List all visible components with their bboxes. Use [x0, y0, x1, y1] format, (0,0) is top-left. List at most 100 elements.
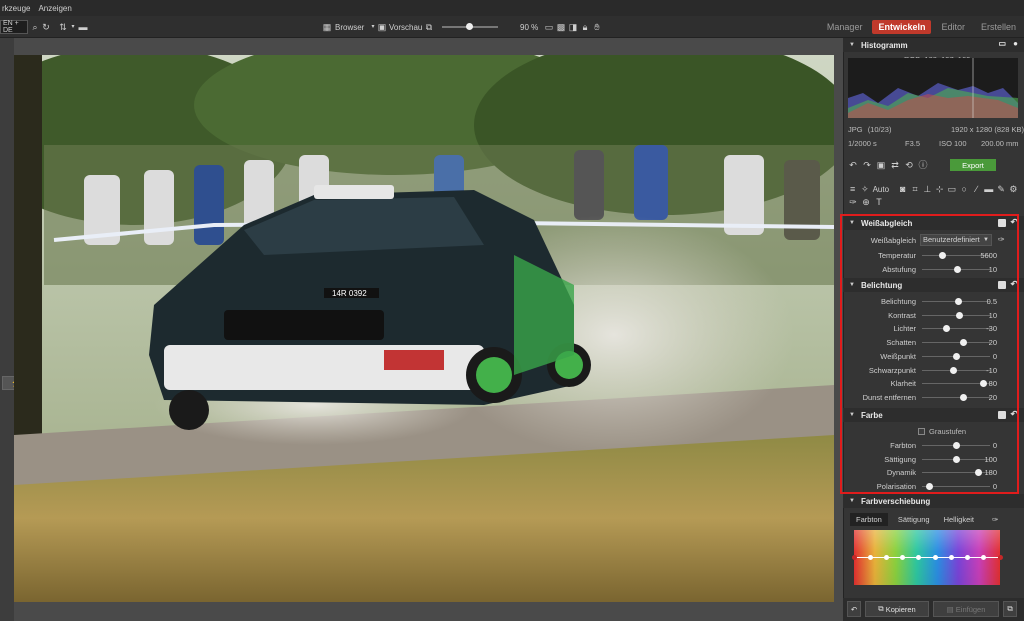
color-shift-point[interactable]: [867, 555, 873, 560]
tab-editor[interactable]: Editor: [935, 20, 971, 34]
white-balance-header[interactable]: ▼ Weißabgleich ↶: [843, 216, 1024, 230]
tab-develop[interactable]: Entwickeln: [872, 20, 932, 34]
white-balance-value[interactable]: 5600: [980, 251, 997, 260]
grayscale-option[interactable]: Graustufen: [918, 427, 966, 436]
tab-create[interactable]: Erstellen: [975, 20, 1022, 34]
exposure-slider-knob[interactable]: [959, 393, 967, 401]
browser-toggle[interactable]: ▦ Browser: [322, 20, 365, 34]
exposure-slider-knob[interactable]: [949, 366, 957, 374]
menu-icon[interactable]: ≡: [848, 184, 857, 194]
eyedropper-icon[interactable]: ✑: [992, 515, 998, 524]
exposure-value[interactable]: -30: [986, 324, 997, 333]
color-header[interactable]: ▼ Farbe ↶: [843, 408, 1024, 422]
sort-icon[interactable]: ⇅: [58, 20, 68, 34]
eyedropper-icon[interactable]: ✑: [998, 235, 1005, 244]
external-icon[interactable]: ⧉: [424, 20, 434, 34]
color-shift-point[interactable]: [851, 555, 857, 560]
color-shift-point[interactable]: [932, 555, 938, 560]
color-slider-knob[interactable]: [953, 442, 960, 449]
info-icon[interactable]: ⓘ: [918, 160, 928, 170]
eyedropper-icon[interactable]: ✑: [848, 197, 858, 207]
undo-icon[interactable]: ↶: [848, 160, 858, 170]
color-reset-icon[interactable]: ↶: [1010, 409, 1018, 420]
circle-select-icon[interactable]: ○: [960, 184, 969, 194]
exposure-enable-checkbox[interactable]: [998, 281, 1006, 289]
color-shift-point[interactable]: [883, 555, 889, 560]
exposure-value[interactable]: 20: [989, 338, 997, 347]
color-shift-point[interactable]: [948, 555, 954, 560]
exposure-slider[interactable]: [922, 396, 990, 398]
exposure-value[interactable]: -10: [986, 366, 997, 375]
exposure-header[interactable]: ▼ Belichtung ↶: [843, 278, 1024, 292]
exposure-slider-knob[interactable]: [980, 380, 988, 388]
paste-button[interactable]: ▤ Einfügen: [933, 601, 999, 617]
exposure-slider-knob[interactable]: [959, 339, 967, 347]
sort-dropdown-icon[interactable]: ▾: [68, 20, 78, 34]
color-enable-checkbox[interactable]: [998, 411, 1006, 419]
color-value[interactable]: 180: [984, 468, 997, 477]
white-balance-preset-select[interactable]: Benutzerdefiniert ▼: [920, 234, 992, 246]
exposure-slider-knob[interactable]: [942, 325, 950, 333]
folder-icon[interactable]: ▬: [78, 20, 88, 34]
gear-icon[interactable]: ⚙: [1009, 184, 1018, 194]
histogram-header[interactable]: ▼ Histogramm ▭ ●: [843, 38, 1024, 52]
zoom-slider-knob[interactable]: [466, 23, 473, 30]
tab-saturation[interactable]: Sättigung: [894, 513, 934, 526]
search-icon[interactable]: ⌕: [30, 20, 40, 34]
tab-hue[interactable]: Farbton: [850, 513, 888, 526]
export-button[interactable]: Export: [950, 159, 996, 171]
white-balance-value[interactable]: 10: [989, 265, 997, 274]
color-slider-knob[interactable]: [953, 455, 960, 463]
exposure-reset-icon[interactable]: ↶: [1010, 279, 1018, 290]
tab-brightness[interactable]: Helligkeit: [940, 513, 978, 526]
color-shift-header[interactable]: ▼ Farbverschiebung: [843, 494, 1024, 508]
magic-icon[interactable]: ✧: [860, 184, 869, 194]
exposure-value[interactable]: 80: [989, 379, 997, 388]
line-icon[interactable]: ∕: [972, 184, 981, 194]
language-field[interactable]: EN + DE: [0, 20, 28, 34]
color-value[interactable]: 0: [993, 441, 997, 450]
color-value[interactable]: 100: [984, 455, 997, 464]
color-slider-knob[interactable]: [974, 469, 982, 477]
exposure-value[interactable]: 20: [989, 393, 997, 402]
auto-label[interactable]: Auto: [873, 185, 889, 194]
menu-view[interactable]: Anzeigen: [38, 4, 71, 13]
color-shift-point[interactable]: [997, 555, 1003, 560]
compare-icon[interactable]: ◨: [568, 20, 578, 34]
white-balance-slider-knob[interactable]: [939, 252, 947, 259]
reset-all-icon[interactable]: ↶: [847, 601, 861, 617]
color-slider-knob[interactable]: [925, 483, 933, 491]
exposure-slider-knob[interactable]: [956, 311, 964, 319]
level-icon[interactable]: ⊥: [923, 184, 932, 194]
transform-icon[interactable]: ⊹: [935, 184, 944, 194]
lock-icon[interactable]: 🔒︎: [580, 20, 590, 34]
color-value[interactable]: 0: [993, 482, 997, 491]
exposure-slider-knob[interactable]: [955, 298, 963, 305]
gradient-icon[interactable]: ▬: [984, 184, 993, 194]
flip-icon[interactable]: ⇄: [890, 160, 900, 170]
preset-icon[interactable]: ▣: [876, 160, 886, 170]
preview-toggle[interactable]: ▣ Vorschau: [377, 20, 423, 34]
grayscale-checkbox[interactable]: [918, 428, 925, 435]
exposure-value[interactable]: 0: [993, 352, 997, 361]
histogram-options-icon[interactable]: ▭: [998, 39, 1006, 48]
exposure-value[interactable]: 0.5: [987, 297, 997, 306]
camera-icon[interactable]: ◙: [898, 184, 907, 194]
grid-icon[interactable]: ▩: [556, 20, 566, 34]
hand-icon[interactable]: ✋︎: [592, 20, 602, 34]
white-balance-enable-checkbox[interactable]: [998, 219, 1006, 227]
menu-tools[interactable]: rkzeuge: [2, 4, 30, 13]
exposure-slider[interactable]: [922, 328, 990, 330]
fit-icon[interactable]: ▭: [544, 20, 554, 34]
copy-settings-icon[interactable]: ⧉: [1003, 601, 1017, 617]
white-balance-slider-knob[interactable]: [954, 265, 962, 273]
refresh-icon[interactable]: ↻: [41, 20, 51, 34]
histogram-settings-icon[interactable]: ●: [1013, 39, 1018, 48]
white-balance-reset-icon[interactable]: ↶: [1010, 217, 1018, 228]
exposure-slider-knob[interactable]: [953, 352, 960, 360]
text-icon[interactable]: T: [874, 197, 884, 207]
photo-preview[interactable]: 14R 0392: [14, 55, 834, 602]
rotate-icon[interactable]: ⟲: [904, 160, 914, 170]
tab-manager[interactable]: Manager: [821, 20, 869, 34]
exposure-value[interactable]: 10: [989, 311, 997, 320]
